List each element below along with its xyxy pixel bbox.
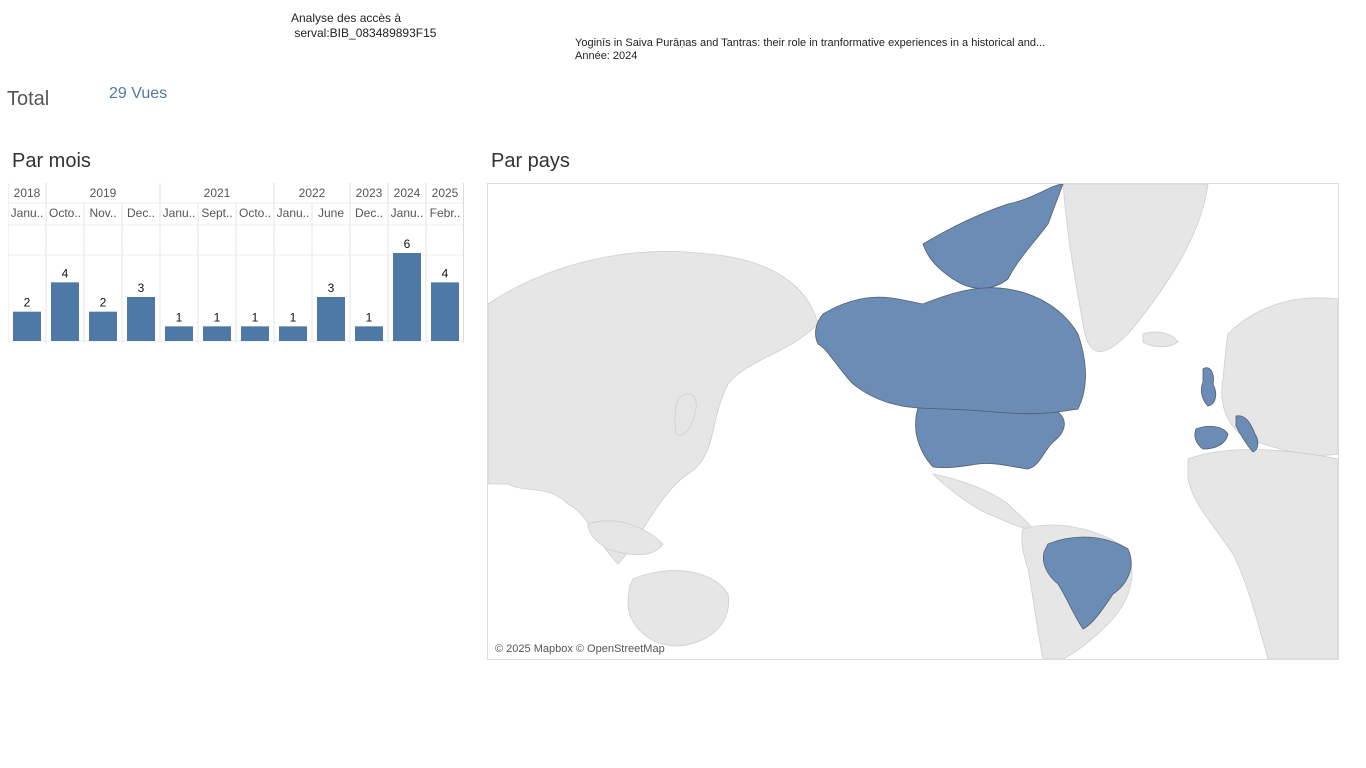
bar bbox=[431, 282, 459, 341]
month-label: Febr.. bbox=[430, 206, 461, 220]
bar-value-label: 3 bbox=[328, 281, 335, 295]
bar-value-label: 1 bbox=[176, 310, 183, 324]
land-australia bbox=[627, 570, 730, 647]
bar bbox=[51, 282, 79, 341]
bar-value-label: 1 bbox=[214, 310, 221, 324]
total-views-value[interactable]: 29 Vues bbox=[109, 85, 167, 103]
by-month-title: Par mois bbox=[12, 150, 91, 172]
by-country-title: Par pays bbox=[491, 150, 570, 172]
month-label: Janu.. bbox=[391, 206, 424, 220]
bar-value-label: 1 bbox=[290, 310, 297, 324]
bar-value-label: 6 bbox=[404, 237, 411, 251]
year-label: 2024 bbox=[394, 186, 421, 200]
bar bbox=[355, 326, 383, 341]
month-label: Octo.. bbox=[239, 206, 271, 220]
bar-value-label: 1 bbox=[366, 310, 373, 324]
year-label: 2025 bbox=[432, 186, 459, 200]
bar bbox=[241, 326, 269, 341]
map-attribution[interactable]: © 2025 Mapbox © OpenStreetMap bbox=[495, 643, 665, 655]
country-canada bbox=[815, 287, 1086, 415]
bar-value-label: 1 bbox=[252, 310, 259, 324]
bar-value-label: 4 bbox=[62, 266, 69, 280]
bar bbox=[393, 253, 421, 341]
month-label: Dec.. bbox=[127, 206, 155, 220]
world-map[interactable] bbox=[488, 184, 1338, 659]
month-label: Janu.. bbox=[277, 206, 310, 220]
document-year: Année: 2024 bbox=[575, 50, 638, 62]
year-label: 2018 bbox=[14, 186, 41, 200]
year-label: 2023 bbox=[356, 186, 383, 200]
land-se-asia bbox=[587, 520, 664, 556]
land-iceland bbox=[1142, 331, 1179, 348]
year-label: 2022 bbox=[299, 186, 326, 200]
total-label: Total bbox=[7, 88, 50, 110]
land-africa bbox=[1187, 449, 1338, 659]
bar bbox=[89, 311, 117, 341]
month-label: Nov.. bbox=[89, 206, 116, 220]
year-label: 2021 bbox=[204, 186, 231, 200]
bar bbox=[203, 326, 231, 341]
month-label: Janu.. bbox=[11, 206, 44, 220]
bar-value-label: 2 bbox=[100, 296, 107, 310]
country-usa bbox=[915, 407, 1065, 470]
bar-value-label: 2 bbox=[24, 296, 31, 310]
document-title: Yoginīs in Saiva Purāṇas and Tantras: th… bbox=[575, 37, 1046, 49]
land-asia bbox=[488, 251, 819, 565]
month-label: Octo.. bbox=[49, 206, 81, 220]
bar bbox=[165, 326, 193, 341]
bar bbox=[127, 297, 155, 341]
bar-value-label: 3 bbox=[138, 281, 145, 295]
bar bbox=[279, 326, 307, 341]
land-mexico bbox=[931, 473, 1034, 530]
monthly-bar-chart[interactable]: 2018 2019 2021 2022 2023 2024 2025 Janu.. 2 Octo.… bbox=[8, 183, 464, 345]
country-spain bbox=[1194, 425, 1229, 450]
land-greenland bbox=[1062, 184, 1209, 352]
report-title: Analyse des accès à serval:BIB_083489893… bbox=[291, 11, 437, 40]
month-label: Janu.. bbox=[163, 206, 196, 220]
bar bbox=[317, 297, 345, 341]
month-label: June bbox=[318, 206, 344, 220]
month-label: Dec.. bbox=[355, 206, 383, 220]
country-map[interactable]: © 2025 Mapbox © OpenStreetMap bbox=[487, 183, 1339, 660]
bar-value-label: 4 bbox=[442, 266, 449, 280]
bar bbox=[13, 311, 41, 341]
country-canada-islands bbox=[922, 184, 1064, 289]
country-uk bbox=[1201, 367, 1217, 407]
month-label: Sept.. bbox=[201, 206, 232, 220]
year-label: 2019 bbox=[90, 186, 117, 200]
